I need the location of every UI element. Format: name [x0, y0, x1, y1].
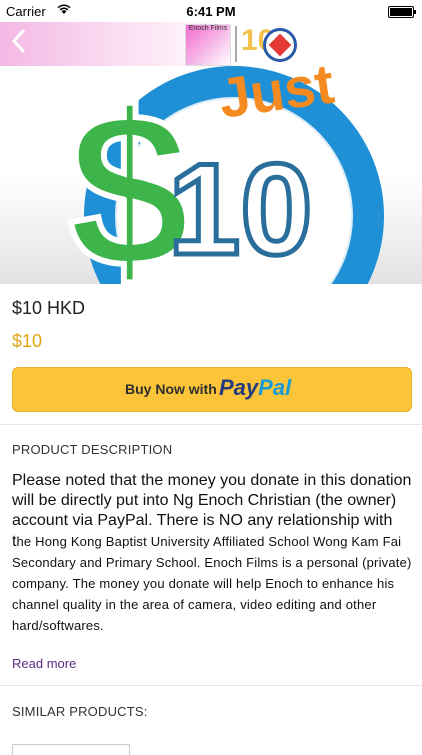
banner-graphic: $ 10 Just: [65, 66, 384, 284]
paypal-pal: Pal: [258, 375, 292, 400]
logo-divider: [235, 26, 237, 62]
product-price: $10: [12, 331, 43, 351]
description-text: Please noted that the money you donate i…: [12, 471, 412, 636]
read-more-link[interactable]: Read more: [12, 656, 76, 671]
divider: [0, 685, 422, 686]
product-image[interactable]: $ 10 Just: [0, 66, 422, 284]
badge-icon: [263, 28, 297, 62]
enoch-films-logo: Enoch Films: [185, 24, 231, 66]
image-pager: 1/1: [202, 258, 220, 272]
buy-now-paypal-button[interactable]: Buy Now with PayPal: [12, 367, 412, 412]
anniversary-logo: 10: [241, 24, 297, 64]
paypal-pay: Pay: [219, 375, 259, 400]
product-title: $10 HKD: [12, 298, 86, 318]
description-heading: PRODUCT DESCRIPTION: [12, 442, 173, 457]
paypal-logo: PayPal: [219, 375, 291, 401]
nav-bar: Enoch Films 10: [0, 22, 422, 66]
status-bar: Carrier 6:41 PM: [0, 0, 422, 22]
buy-now-label: Buy Now with: [125, 381, 217, 397]
similar-products-heading: SIMILAR PRODUCTS:: [12, 704, 148, 719]
chevron-left-icon[interactable]: [11, 28, 26, 61]
battery-icon: [388, 6, 416, 18]
description-text-small: he Hong Kong Baptist University Affiliat…: [12, 534, 412, 633]
brand-logo: Enoch Films 10: [185, 24, 297, 66]
logo-left-text: Enoch Films: [188, 25, 228, 32]
clock: 6:41 PM: [186, 4, 236, 19]
divider: [0, 424, 422, 425]
